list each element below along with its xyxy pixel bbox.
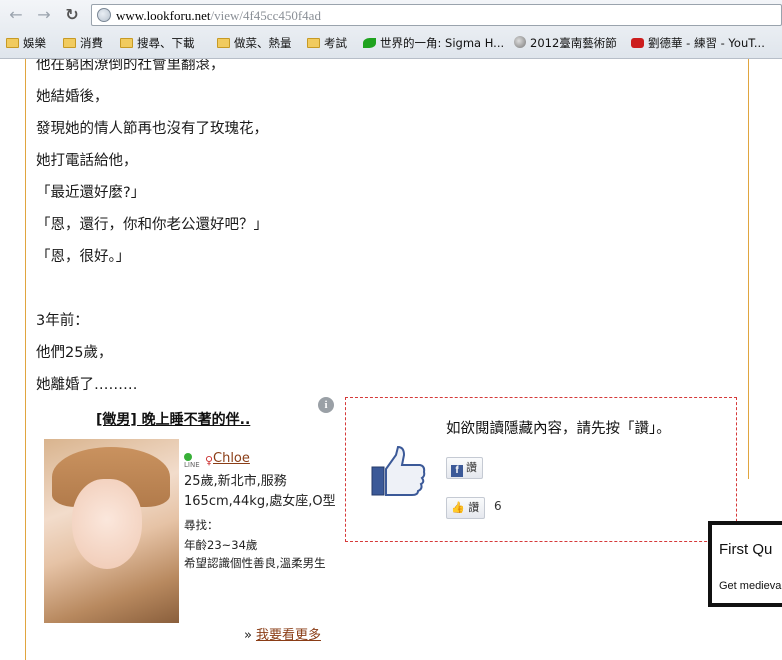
ad-info-icon[interactable]: i: [318, 397, 334, 413]
profile-photo[interactable]: [44, 439, 179, 623]
line-tag: LINE: [184, 461, 200, 469]
folder-icon: [120, 38, 133, 48]
article-line: 他們25歲，: [36, 345, 113, 361]
article-line: 發現她的情人節再也沒有了玫瑰花，: [36, 121, 268, 137]
forward-arrow-icon[interactable]: →: [34, 5, 54, 25]
double-arrow-icon: »: [244, 628, 252, 643]
bookmark-item[interactable]: 劉德華 - 練習 - YouT...: [631, 34, 765, 52]
article-line: 「恩，很好。」: [36, 249, 131, 265]
content-border-right: [748, 59, 749, 479]
facebook-icon: f: [451, 465, 463, 477]
article-line: 她結婚後，: [36, 89, 109, 105]
popup-heading: First Qu: [719, 541, 773, 558]
address-bar[interactable]: www.lookforu.net/view/4f45cc450f4ad: [91, 4, 782, 26]
bookmark-item[interactable]: 娛樂: [6, 34, 46, 52]
seek-description: 希望認識個性善良,溫柔男生: [184, 556, 326, 570]
page-content: 他在窮困潦倒的社會里翻滾， 她結婚後， 發現她的情人節再也沒有了玫瑰花， 她打電…: [0, 59, 782, 660]
folder-icon: [6, 38, 19, 48]
female-icon: ♀: [205, 454, 214, 467]
like-button[interactable]: 👍 讚: [446, 497, 486, 519]
seek-label: 尋找：: [184, 518, 219, 532]
bookmark-item[interactable]: 考試: [307, 34, 347, 52]
see-more-link[interactable]: 我要看更多: [256, 628, 321, 643]
back-arrow-icon[interactable]: ←: [6, 5, 26, 25]
content-border-left: [25, 59, 26, 660]
article-line: 她打電話給他，: [36, 153, 138, 169]
like-count: 6: [494, 499, 502, 513]
profile-line: 25歲,新北市,服務: [184, 474, 287, 489]
see-more[interactable]: » 我要看更多: [244, 624, 321, 643]
article-line: 「最近還好麼?」: [36, 185, 146, 201]
seek-age: 年齡23~34歲: [184, 538, 258, 552]
facebook-like-button[interactable]: f讚: [446, 457, 483, 479]
profile-line: 165cm,44kg,處女座,O型: [184, 494, 336, 509]
online-status-icon: [184, 453, 192, 461]
popup-subtext: Get medieva: [719, 580, 782, 592]
bookmark-item[interactable]: 世界的一角: Sigma H...: [363, 34, 504, 52]
leaf-icon: [363, 38, 376, 48]
photo-face: [72, 479, 142, 569]
youtube-icon: [631, 38, 644, 48]
popup-ad[interactable]: First Qu Get medieva: [708, 521, 782, 607]
bookmark-item[interactable]: 2012臺南藝術節: [514, 34, 617, 52]
like-gate-box: 如欲閱讀隱藏內容，請先按「讚」。 f讚 👍 讚 6: [345, 397, 737, 542]
article-line: 她離婚了………: [36, 377, 138, 393]
article-line: 「恩，還行，你和你老公還好吧？」: [36, 217, 268, 233]
bookmark-item[interactable]: 做菜、熱量: [217, 34, 292, 52]
reload-icon[interactable]: ↻: [62, 5, 82, 25]
globe-icon: [514, 36, 526, 48]
folder-icon: [307, 38, 320, 48]
profile-name-link[interactable]: Chloe: [213, 451, 250, 466]
like-thumb-icon: 👍: [451, 501, 465, 514]
bookmark-item[interactable]: 消費: [63, 34, 103, 52]
folder-icon: [217, 38, 230, 48]
thumbs-up-icon: [371, 445, 426, 496]
page-globe-icon: [97, 8, 111, 22]
bookmark-item[interactable]: 搜尋、下載: [120, 34, 195, 52]
folder-icon: [63, 38, 76, 48]
like-gate-message: 如欲閱讀隱藏內容，請先按「讚」。: [446, 421, 671, 437]
article-line: 他在窮困潦倒的社會里翻滾，: [36, 59, 225, 73]
browser-toolbar: ← → ↻ www.lookforu.net/view/4f45cc450f4a…: [0, 0, 782, 59]
article-line: 3年前：: [36, 313, 89, 329]
url-text: www.lookforu.net/view/4f45cc450f4ad: [116, 8, 321, 23]
ad-title-link[interactable]: [徵男] 晚上睡不著的伴..: [96, 409, 250, 429]
bookmarks-bar: 娛樂 消費 搜尋、下載 做菜、熱量 考試 世界的一角: Sigma H... 2…: [0, 31, 782, 55]
